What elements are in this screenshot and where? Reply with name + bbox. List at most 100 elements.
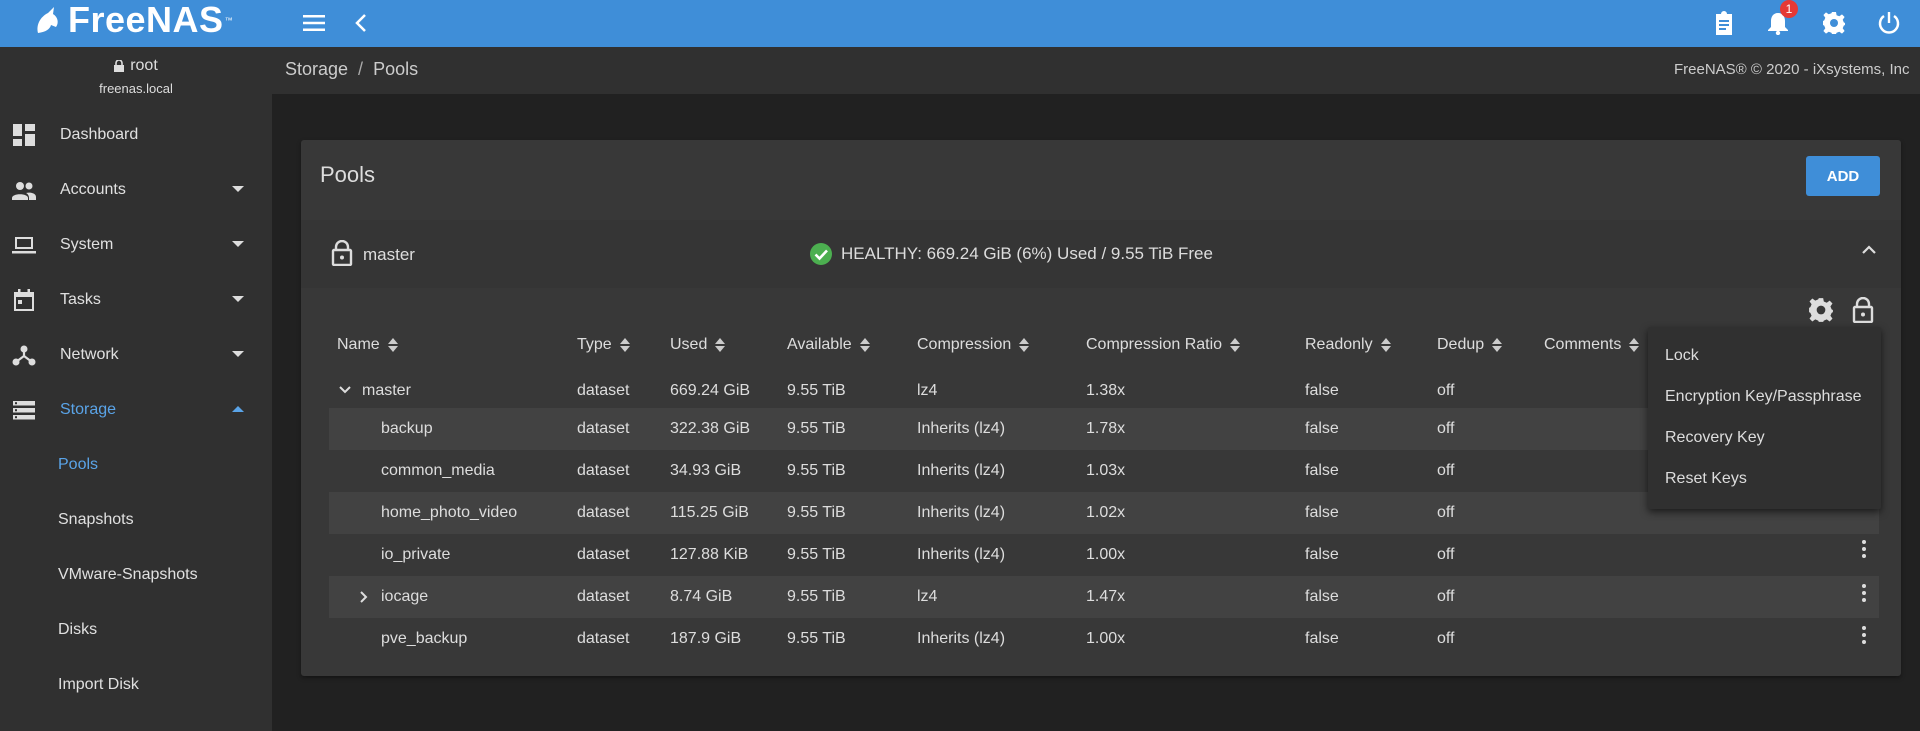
cell-type: dataset bbox=[577, 588, 630, 605]
column-header-compression[interactable]: Compression bbox=[917, 336, 1030, 354]
user-box: root freenas.local bbox=[0, 47, 272, 107]
pool-lock-icon[interactable] bbox=[1852, 297, 1874, 323]
cell-compression: Inherits (lz4) bbox=[917, 504, 1006, 521]
cell-dedup: off bbox=[1437, 462, 1455, 479]
sidebar-item-system[interactable]: System bbox=[0, 217, 272, 272]
user-name[interactable]: root bbox=[114, 57, 158, 75]
menu-item-recovery-key[interactable]: Recovery Key bbox=[1648, 417, 1881, 458]
trademark: ™ bbox=[224, 15, 233, 25]
more-vert-icon[interactable] bbox=[1861, 626, 1867, 646]
freenas-logo[interactable]: FreeNAS ™ bbox=[34, 0, 233, 40]
sidebar-subitem-snapshots[interactable]: Snapshots bbox=[0, 492, 272, 547]
more-vert-icon[interactable] bbox=[1861, 540, 1867, 560]
column-header-used[interactable]: Used bbox=[670, 336, 726, 354]
more-vert-icon[interactable] bbox=[1861, 584, 1867, 604]
cell-available: 9.55 TiB bbox=[787, 462, 846, 479]
cell-name: iocage bbox=[381, 588, 429, 605]
cell-readonly: false bbox=[1305, 630, 1339, 647]
sort-icon bbox=[859, 338, 870, 352]
chevron-down-icon bbox=[232, 296, 244, 302]
chevron-down-icon bbox=[232, 351, 244, 357]
sidebar-subitem-vmware-snapshots[interactable]: VMware-Snapshots bbox=[0, 547, 272, 602]
cell-available: 9.55 TiB bbox=[787, 382, 846, 399]
sidebar: root freenas.local Dashboard Accounts Sy… bbox=[0, 47, 272, 731]
menu-icon[interactable] bbox=[299, 8, 329, 38]
header-label: Compression Ratio bbox=[1086, 336, 1223, 353]
sidebar-item-label: Accounts bbox=[60, 180, 126, 198]
cell-compression: lz4 bbox=[917, 588, 938, 605]
cell-dedup: off bbox=[1437, 504, 1455, 521]
cell-type: dataset bbox=[577, 420, 630, 437]
cell-available: 9.55 TiB bbox=[787, 588, 846, 605]
chevron-up-icon[interactable] bbox=[1861, 244, 1877, 256]
power-icon[interactable] bbox=[1874, 8, 1904, 38]
column-header-compression-ratio[interactable]: Compression Ratio bbox=[1086, 336, 1241, 354]
calendar-icon bbox=[12, 288, 36, 312]
cell-used: 115.25 GiB bbox=[670, 504, 749, 521]
header-label: Readonly bbox=[1305, 336, 1373, 353]
column-header-available[interactable]: Available bbox=[787, 336, 870, 354]
sidebar-subitem-import-disk[interactable]: Import Disk bbox=[0, 657, 272, 712]
dashboard-icon bbox=[12, 123, 36, 147]
sort-icon bbox=[715, 338, 726, 352]
clipboard-icon[interactable] bbox=[1709, 8, 1739, 38]
sidebar-subitem-pools[interactable]: Pools bbox=[0, 437, 272, 492]
brand-name: FreeNAS bbox=[68, 0, 224, 40]
cell-used: 322.38 GiB bbox=[670, 420, 751, 437]
sidebar-item-storage[interactable]: Storage bbox=[0, 382, 272, 437]
breadcrumb-storage[interactable]: Storage bbox=[285, 59, 348, 79]
sidebar-item-network[interactable]: Network bbox=[0, 327, 272, 382]
header-label: Name bbox=[337, 336, 380, 353]
pool-header[interactable]: master HEALTHY: 669.24 GiB (6%) Used / 9… bbox=[301, 220, 1901, 288]
cell-readonly: false bbox=[1305, 382, 1339, 399]
header-label: Comments bbox=[1544, 336, 1622, 353]
cell-available: 9.55 TiB bbox=[787, 630, 846, 647]
chevron-up-icon bbox=[232, 406, 244, 412]
chevron-left-icon[interactable] bbox=[346, 8, 376, 38]
sidebar-item-dashboard[interactable]: Dashboard bbox=[0, 107, 272, 162]
header-label: Dedup bbox=[1437, 336, 1485, 353]
sidebar-item-label: Network bbox=[60, 345, 119, 363]
sidebar-subitem-disks[interactable]: Disks bbox=[0, 602, 272, 657]
menu-item-reset-keys[interactable]: Reset Keys bbox=[1648, 458, 1881, 499]
cell-type: dataset bbox=[577, 504, 630, 521]
table-row[interactable]: iocage dataset 8.74 GiB 9.55 TiB lz4 1.4… bbox=[329, 576, 1879, 618]
add-pool-button[interactable]: ADD bbox=[1806, 156, 1880, 196]
gear-icon[interactable] bbox=[1819, 8, 1849, 38]
table-row[interactable]: io_private dataset 127.88 KiB 9.55 TiB I… bbox=[329, 534, 1879, 576]
table-row[interactable]: pve_backup dataset 187.9 GiB 9.55 TiB In… bbox=[329, 618, 1879, 660]
cell-name: io_private bbox=[381, 546, 451, 563]
sidebar-item-tasks[interactable]: Tasks bbox=[0, 272, 272, 327]
menu-item-encryption-key[interactable]: Encryption Key/Passphrase bbox=[1648, 376, 1881, 417]
cell-type: dataset bbox=[577, 462, 630, 479]
chevron-right-icon[interactable] bbox=[359, 590, 369, 604]
copyright-link[interactable]: FreeNAS® © 2020 - iXsystems, Inc bbox=[1674, 61, 1910, 78]
cell-type: dataset bbox=[577, 382, 630, 399]
cell-type: dataset bbox=[577, 546, 630, 563]
chevron-down-icon[interactable] bbox=[338, 385, 352, 395]
column-header-name[interactable]: Name bbox=[337, 336, 398, 354]
table-row[interactable]: master dataset 669.24 GiB 9.55 TiB lz4 1… bbox=[329, 370, 1879, 412]
menu-item-lock[interactable]: Lock bbox=[1648, 335, 1881, 376]
table-row[interactable]: home_photo_video dataset 115.25 GiB 9.55… bbox=[329, 486, 1879, 534]
column-header-readonly[interactable]: Readonly bbox=[1305, 336, 1391, 354]
cell-dedup: off bbox=[1437, 420, 1455, 437]
table-row[interactable]: backup dataset 322.38 GiB 9.55 TiB Inher… bbox=[329, 408, 1879, 450]
column-header-type[interactable]: Type bbox=[577, 336, 630, 354]
bell-icon[interactable]: 1 bbox=[1763, 0, 1798, 38]
sidebar-item-label: Dashboard bbox=[60, 125, 139, 143]
column-header-dedup[interactable]: Dedup bbox=[1437, 336, 1503, 354]
column-header-comments[interactable]: Comments bbox=[1544, 336, 1640, 354]
pool-name: master bbox=[363, 245, 415, 264]
header-label: Type bbox=[577, 336, 612, 353]
cell-name: backup bbox=[381, 420, 433, 437]
header-label: Used bbox=[670, 336, 708, 353]
table-row[interactable]: common_media dataset 34.93 GiB 9.55 TiB … bbox=[329, 450, 1879, 492]
sidebar-item-accounts[interactable]: Accounts bbox=[0, 162, 272, 217]
pool-settings-gear-icon[interactable] bbox=[1808, 297, 1834, 323]
cell-name: pve_backup bbox=[381, 630, 468, 647]
sort-icon bbox=[1380, 338, 1391, 352]
cell-readonly: false bbox=[1305, 588, 1339, 605]
pool-status-text: HEALTHY: 669.24 GiB (6%) Used / 9.55 TiB… bbox=[841, 244, 1213, 263]
sort-icon bbox=[1629, 338, 1640, 352]
